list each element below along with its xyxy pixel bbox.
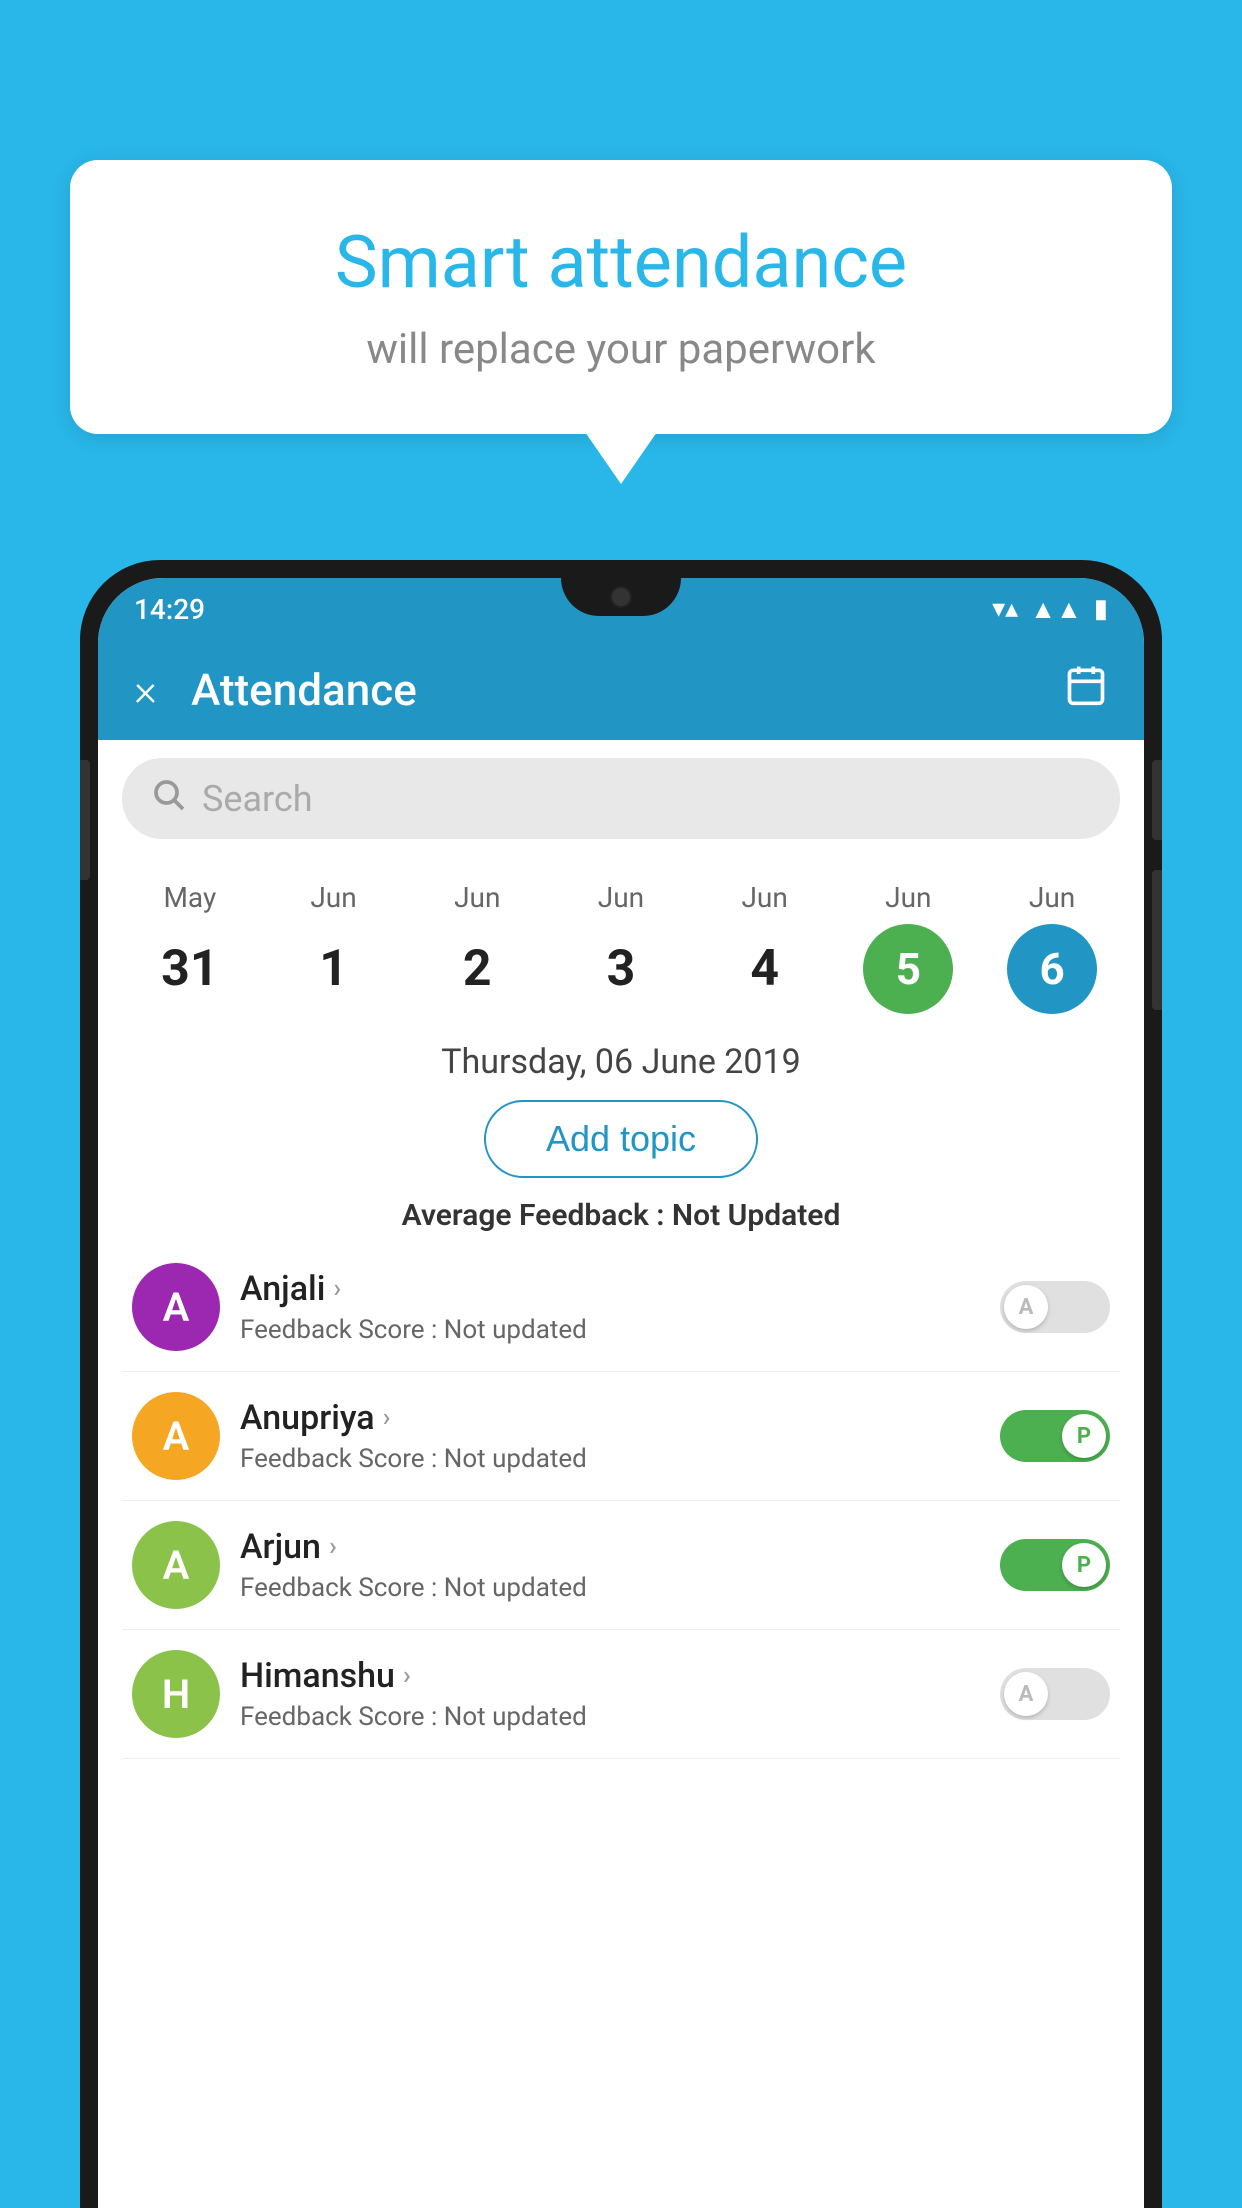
student-item[interactable]: H Himanshu › Feedback Score : Not update…: [122, 1630, 1120, 1759]
student-feedback: Feedback Score : Not updated: [240, 1315, 980, 1345]
phone-notch: [561, 578, 681, 616]
date-day: 1: [289, 924, 379, 1014]
chevron-right-icon: ›: [403, 1661, 411, 1691]
date-item-jun3[interactable]: Jun 3: [571, 881, 671, 1014]
signal-icon: ▲▲: [1030, 594, 1081, 625]
date-month: Jun: [454, 881, 500, 914]
date-item-jun4[interactable]: Jun 4: [715, 881, 815, 1014]
date-day: 4: [720, 924, 810, 1014]
phone-screen: 14:29 ▾▴ ▲▲ ▮ × Attendance: [98, 578, 1144, 2208]
phone-frame: 14:29 ▾▴ ▲▲ ▮ × Attendance: [80, 560, 1162, 2208]
date-day: 2: [432, 924, 522, 1014]
front-camera: [610, 586, 632, 608]
date-month: Jun: [741, 881, 787, 914]
side-button-power: [1152, 760, 1162, 840]
calendar-icon[interactable]: [1064, 663, 1108, 718]
add-topic-button[interactable]: Add topic: [484, 1100, 758, 1178]
date-month: May: [163, 881, 216, 914]
wifi-icon: ▾▴: [992, 594, 1018, 624]
date-item-jun6[interactable]: Jun 6: [1002, 881, 1102, 1014]
date-item-jun1[interactable]: Jun 1: [284, 881, 384, 1014]
side-button-volume: [80, 760, 90, 880]
student-feedback: Feedback Score : Not updated: [240, 1702, 980, 1732]
chevron-right-icon: ›: [333, 1274, 341, 1304]
app-bar-title: Attendance: [181, 664, 1040, 716]
status-icons: ▾▴ ▲▲ ▮: [992, 594, 1108, 625]
date-item-jun2[interactable]: Jun 2: [427, 881, 527, 1014]
date-month: Jun: [310, 881, 356, 914]
speech-bubble: Smart attendance will replace your paper…: [70, 160, 1172, 434]
toggle-knob: A: [1004, 1672, 1048, 1716]
search-input[interactable]: Search: [202, 778, 1092, 820]
side-button-volume-right: [1152, 870, 1162, 1010]
student-info: Anupriya › Feedback Score : Not updated: [240, 1398, 980, 1474]
app-bar: × Attendance: [98, 640, 1144, 740]
student-item[interactable]: A Arjun › Feedback Score : Not updated P: [122, 1501, 1120, 1630]
toggle-knob: P: [1062, 1414, 1106, 1458]
toggle-knob: P: [1062, 1543, 1106, 1587]
student-item[interactable]: A Anupriya › Feedback Score : Not update…: [122, 1372, 1120, 1501]
avatar: H: [132, 1650, 220, 1738]
date-item-jun5[interactable]: Jun 5: [858, 881, 958, 1014]
battery-icon: ▮: [1094, 594, 1108, 624]
avg-feedback-label: Average Feedback :: [402, 1198, 665, 1233]
student-name: Himanshu ›: [240, 1656, 980, 1696]
date-strip: May 31 Jun 1 Jun 2 Jun 3 Jun 4 Jun 5: [98, 857, 1144, 1014]
student-list: A Anjali › Feedback Score : Not updated …: [98, 1243, 1144, 1759]
date-item-may31[interactable]: May 31: [140, 881, 240, 1014]
student-info: Anjali › Feedback Score : Not updated: [240, 1269, 980, 1345]
date-month: Jun: [885, 881, 931, 914]
avatar: A: [132, 1392, 220, 1480]
search-bar[interactable]: Search: [122, 758, 1120, 839]
status-time: 14:29: [134, 593, 205, 626]
avatar: A: [132, 1521, 220, 1609]
student-feedback: Feedback Score : Not updated: [240, 1573, 980, 1603]
attendance-toggle[interactable]: A: [1000, 1668, 1110, 1720]
student-name: Anjali ›: [240, 1269, 980, 1309]
speech-bubble-container: Smart attendance will replace your paper…: [70, 160, 1172, 434]
date-day: 31: [145, 924, 235, 1014]
date-month: Jun: [1029, 881, 1075, 914]
search-icon: [150, 776, 186, 821]
date-month: Jun: [598, 881, 644, 914]
student-feedback: Feedback Score : Not updated: [240, 1444, 980, 1474]
selected-date: Thursday, 06 June 2019: [98, 1042, 1144, 1082]
chevron-right-icon: ›: [383, 1403, 391, 1433]
attendance-toggle[interactable]: A: [1000, 1281, 1110, 1333]
student-name: Arjun ›: [240, 1527, 980, 1567]
avg-feedback-value: Not Updated: [672, 1198, 840, 1233]
close-button[interactable]: ×: [134, 664, 157, 716]
avatar: A: [132, 1263, 220, 1351]
date-day-active: 5: [863, 924, 953, 1014]
student-item[interactable]: A Anjali › Feedback Score : Not updated …: [122, 1243, 1120, 1372]
student-info: Himanshu › Feedback Score : Not updated: [240, 1656, 980, 1732]
student-name: Anupriya ›: [240, 1398, 980, 1438]
attendance-toggle[interactable]: P: [1000, 1539, 1110, 1591]
student-info: Arjun › Feedback Score : Not updated: [240, 1527, 980, 1603]
speech-bubble-title: Smart attendance: [150, 220, 1092, 305]
date-day-selected: 6: [1007, 924, 1097, 1014]
date-day: 3: [576, 924, 666, 1014]
attendance-toggle[interactable]: P: [1000, 1410, 1110, 1462]
chevron-right-icon: ›: [329, 1532, 337, 1562]
speech-bubble-subtitle: will replace your paperwork: [150, 325, 1092, 374]
toggle-knob: A: [1004, 1285, 1048, 1329]
avg-feedback: Average Feedback : Not Updated: [98, 1198, 1144, 1233]
